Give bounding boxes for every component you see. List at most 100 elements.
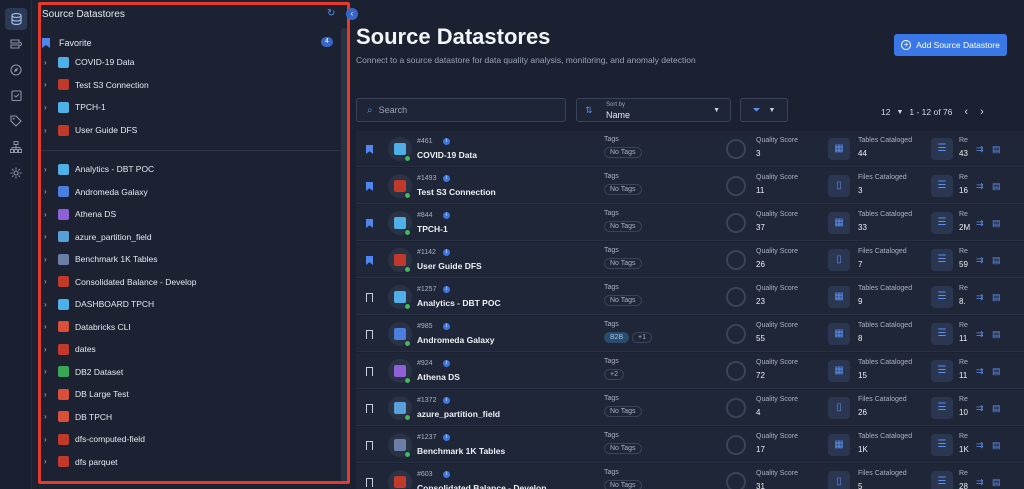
tree-item[interactable]: › dfs-computed-field <box>44 431 334 447</box>
chevron-right-icon[interactable]: › <box>44 210 50 219</box>
bookmark-icon[interactable] <box>366 145 373 154</box>
compass-icon[interactable] <box>8 62 24 78</box>
bookmark-icon[interactable] <box>366 330 373 339</box>
info-icon[interactable]: i <box>443 212 450 219</box>
tree-item[interactable]: › COVID-19 Data <box>44 54 334 70</box>
datastore-name[interactable]: Andromeda Galaxy <box>417 335 494 345</box>
hierarchy-icon[interactable] <box>8 139 24 155</box>
table-row[interactable]: #985 i Andromeda Galaxy Tags B2B +1 Quality Sc… <box>356 316 1024 352</box>
clipboard-check-icon[interactable] <box>8 87 24 103</box>
bookmark-icon[interactable] <box>366 182 373 191</box>
calendar-icon[interactable]: ▤ <box>992 477 1001 488</box>
datastore-action-icon[interactable]: ⇉ <box>976 292 984 303</box>
bookmark-icon[interactable] <box>366 478 373 487</box>
tree-item[interactable]: › TPCH-1 <box>44 99 334 115</box>
tree-item[interactable]: › DB2 Dataset <box>44 364 334 380</box>
chevron-right-icon[interactable]: › <box>44 103 50 112</box>
datastore-action-icon[interactable]: ⇉ <box>976 403 984 414</box>
chevron-right-icon[interactable]: › <box>44 255 50 264</box>
chevron-down-icon[interactable]: ▼ <box>896 109 903 116</box>
table-row[interactable]: #1372 i azure_partition_field Tags No Tags Qu… <box>356 390 1024 426</box>
calendar-icon[interactable]: ▤ <box>992 440 1001 451</box>
calendar-icon[interactable]: ▤ <box>992 181 1001 192</box>
tree-item[interactable]: › dfs parquet <box>44 454 334 470</box>
sort-select[interactable]: ⇅ Sort by Name ▼ <box>576 98 731 122</box>
bookmark-icon[interactable] <box>366 404 373 413</box>
tree-item[interactable]: › DASHBOARD TPCH <box>44 296 334 312</box>
bookmark-icon[interactable] <box>366 367 373 376</box>
tree-item[interactable]: › Databricks CLI <box>44 319 334 335</box>
bookmark-icon[interactable] <box>366 293 373 302</box>
bookmark-icon[interactable] <box>366 219 373 228</box>
tree-item[interactable]: › Consolidated Balance - Develop <box>44 274 334 290</box>
chevron-right-icon[interactable]: › <box>44 232 50 241</box>
datastore-stack-icon[interactable] <box>8 36 24 52</box>
datastore-action-icon[interactable]: ⇉ <box>976 181 984 192</box>
table-row[interactable]: #1493 i Test S3 Connection Tags No Tags Quali… <box>356 168 1024 204</box>
add-datastore-button[interactable]: + Add Source Datastore <box>894 34 1007 56</box>
datastore-name[interactable]: Benchmark 1K Tables <box>417 446 505 456</box>
info-icon[interactable]: i <box>443 360 450 367</box>
chevron-right-icon[interactable]: › <box>44 165 50 174</box>
info-icon[interactable]: i <box>443 249 450 256</box>
prev-page-icon[interactable]: ‹ <box>964 106 968 118</box>
tree-item[interactable]: › Test S3 Connection <box>44 77 334 93</box>
info-icon[interactable]: i <box>443 286 450 293</box>
datastore-name[interactable]: Consolidated Balance - Develop <box>417 483 546 489</box>
datastore-name[interactable]: User Guide DFS <box>417 261 482 271</box>
calendar-icon[interactable]: ▤ <box>992 255 1001 266</box>
tag-icon[interactable] <box>8 113 24 129</box>
refresh-icon[interactable]: ↻ <box>327 9 337 19</box>
bookmark-icon[interactable] <box>366 441 373 450</box>
collapse-panel-icon[interactable]: ‹ <box>346 8 358 20</box>
search-input[interactable] <box>378 105 549 115</box>
chevron-right-icon[interactable]: › <box>44 187 50 196</box>
datastore-name[interactable]: TPCH-1 <box>417 224 448 234</box>
tree-scrollbar[interactable] <box>341 28 347 484</box>
tree-item[interactable]: › Athena DS <box>44 206 334 222</box>
datastore-action-icon[interactable]: ⇉ <box>976 477 984 488</box>
chevron-right-icon[interactable]: › <box>44 367 50 376</box>
info-icon[interactable]: i <box>443 434 450 441</box>
calendar-icon[interactable]: ▤ <box>992 144 1001 155</box>
datastore-name[interactable]: COVID-19 Data <box>417 150 477 160</box>
calendar-icon[interactable]: ▤ <box>992 218 1001 229</box>
tree-item[interactable]: › DB Large Test <box>44 386 334 402</box>
next-page-icon[interactable]: › <box>980 106 984 118</box>
chevron-right-icon[interactable]: › <box>44 58 50 67</box>
search-box[interactable]: ⌕ <box>356 98 566 122</box>
datastore-action-icon[interactable]: ⇉ <box>976 440 984 451</box>
datastore-name[interactable]: Analytics - DBT POC <box>417 298 501 308</box>
table-row[interactable]: #1257 i Analytics - DBT POC Tags No Tags Qual… <box>356 279 1024 315</box>
chevron-right-icon[interactable]: › <box>44 322 50 331</box>
table-row[interactable]: #1142 i User Guide DFS Tags No Tags Quality S… <box>356 242 1024 278</box>
info-icon[interactable]: i <box>443 397 450 404</box>
calendar-icon[interactable]: ▤ <box>992 403 1001 414</box>
tree-item[interactable]: › Andromeda Galaxy <box>44 184 334 200</box>
chevron-right-icon[interactable]: › <box>44 412 50 421</box>
chevron-right-icon[interactable]: › <box>44 345 50 354</box>
database-icon[interactable] <box>5 8 27 30</box>
chevron-right-icon[interactable]: › <box>44 80 50 89</box>
table-row[interactable]: #844 i TPCH-1 Tags No Tags Quality Score 37 ▦ Ta… <box>356 205 1024 241</box>
info-icon[interactable]: i <box>443 323 450 330</box>
table-row[interactable]: #924 i Athena DS Tags +2 Quality Score 72 ▦ Tabl… <box>356 353 1024 389</box>
filter-button[interactable]: ⏷ ▼ <box>740 98 788 122</box>
tree-item[interactable]: › DB TPCH <box>44 409 334 425</box>
datastore-action-icon[interactable]: ⇉ <box>976 329 984 340</box>
tree-item[interactable]: › azure_partition_field <box>44 229 334 245</box>
page-size-select[interactable]: 12 <box>881 107 890 117</box>
calendar-icon[interactable]: ▤ <box>992 366 1001 377</box>
table-row[interactable]: #603 i Consolidated Balance - Develop Tags N… <box>356 464 1024 489</box>
datastore-action-icon[interactable]: ⇉ <box>976 255 984 266</box>
datastore-name[interactable]: azure_partition_field <box>417 409 500 419</box>
datastore-name[interactable]: Test S3 Connection <box>417 187 496 197</box>
datastore-name[interactable]: Athena DS <box>417 372 460 382</box>
chevron-right-icon[interactable]: › <box>44 435 50 444</box>
datastore-action-icon[interactable]: ⇉ <box>976 218 984 229</box>
gear-icon[interactable] <box>8 165 24 181</box>
table-row[interactable]: #461 i COVID-19 Data Tags No Tags Quality Sco… <box>356 131 1024 167</box>
tree-item[interactable]: › User Guide DFS <box>44 122 334 138</box>
chevron-right-icon[interactable]: › <box>44 457 50 466</box>
tree-item[interactable]: › Analytics - DBT POC <box>44 161 334 177</box>
